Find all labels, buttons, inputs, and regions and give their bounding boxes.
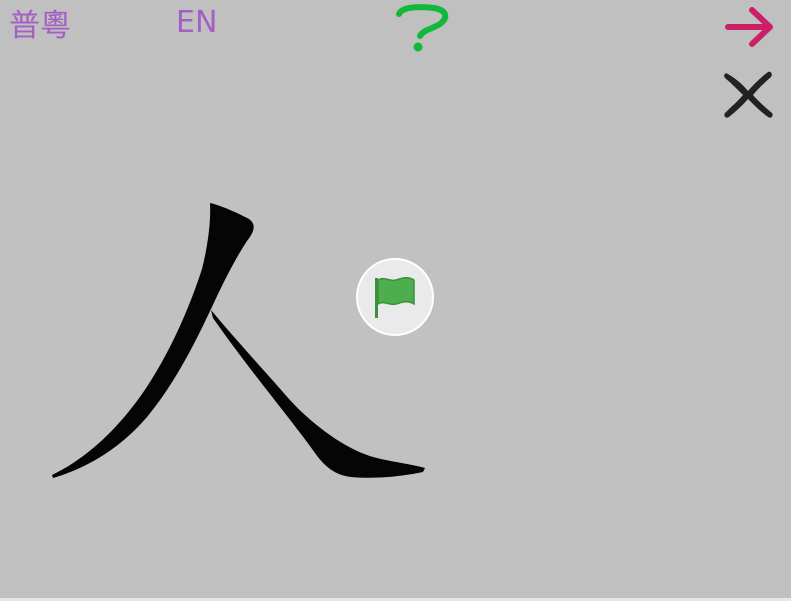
language-chinese-label: 普粵 — [9, 7, 71, 44]
stroke-pie — [52, 203, 254, 478]
flag-button[interactable] — [356, 258, 434, 336]
language-english-button[interactable]: EN — [176, 0, 217, 44]
close-button[interactable] — [718, 66, 778, 122]
language-english-label: EN — [176, 4, 218, 40]
stroke-practice-screen: 普粵 EN — [0, 0, 791, 601]
close-x-icon — [724, 71, 773, 118]
flag-icon — [375, 276, 415, 318]
writing-canvas[interactable] — [27, 125, 455, 555]
character-strokes — [52, 203, 425, 478]
help-button[interactable] — [390, 2, 454, 54]
language-chinese-button[interactable]: 普粵 — [9, 0, 71, 44]
next-button[interactable] — [722, 4, 778, 50]
question-mark-icon — [396, 4, 449, 52]
arrow-right-icon — [725, 7, 773, 47]
